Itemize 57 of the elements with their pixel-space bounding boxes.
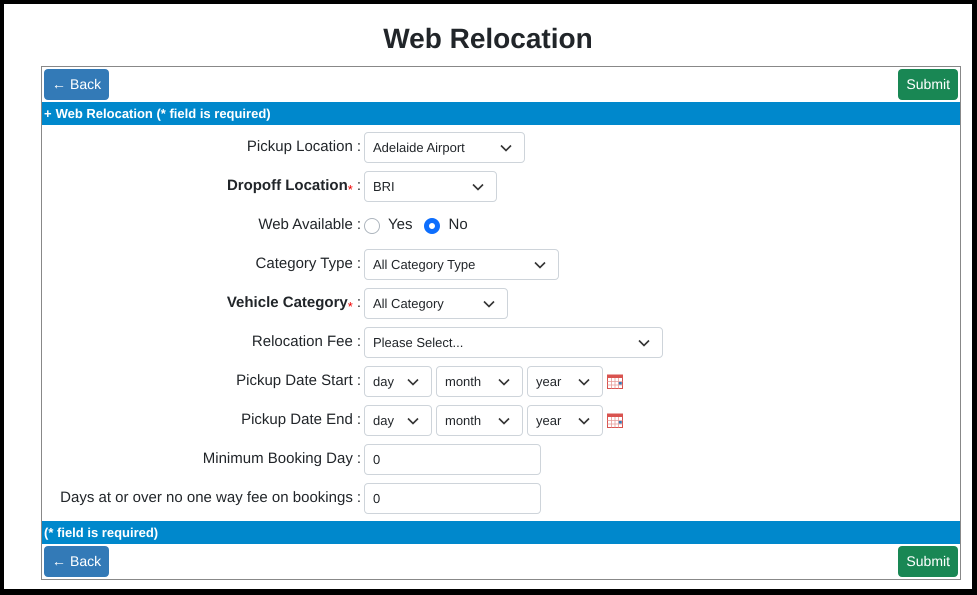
footer-bar: (* field is required)	[42, 521, 960, 544]
input-field[interactable]: 0	[364, 483, 541, 514]
input-field[interactable]: 0	[364, 444, 541, 475]
back-button[interactable]: ← Back	[44, 546, 110, 577]
chevron-down-icon	[578, 416, 590, 424]
chevron-down-icon	[407, 416, 419, 424]
field-label: Category Type	[256, 254, 353, 274]
select-field[interactable]: Please Select...	[364, 327, 663, 358]
select-field[interactable]: All Category	[364, 288, 508, 319]
field-label: Web Available	[258, 215, 353, 236]
back-button[interactable]: ← Back	[44, 69, 110, 100]
colon: :	[356, 215, 361, 236]
select-field[interactable]: month	[436, 366, 523, 397]
colon: :	[356, 137, 361, 158]
section-header-bar: + Web Relocation (* field is required)	[42, 102, 960, 125]
chevron-down-icon	[472, 182, 484, 190]
field-label: Minimum Booking Day	[202, 449, 353, 470]
field-label: Dropoff Location	[226, 176, 348, 196]
colon: :	[356, 449, 361, 470]
select-field[interactable]: BRI	[364, 171, 497, 202]
colon: :	[356, 293, 361, 314]
field-label: Relocation Fee	[252, 332, 353, 352]
radio-option[interactable]: No	[424, 214, 468, 237]
colon: :	[356, 332, 361, 352]
chevron-down-icon	[498, 416, 510, 424]
submit-button[interactable]: Submit	[898, 69, 958, 100]
chevron-down-icon	[500, 144, 512, 152]
colon: :	[356, 176, 361, 196]
chevron-down-icon	[534, 260, 546, 268]
select-field[interactable]: day	[364, 366, 432, 397]
select-field[interactable]: All Category Type	[364, 249, 559, 280]
select-field[interactable]: year	[527, 405, 603, 436]
select-field[interactable]: year	[527, 366, 603, 397]
select-field[interactable]: Adelaide Airport	[364, 132, 525, 163]
colon: :	[356, 488, 361, 508]
field-label: Pickup Date End	[241, 410, 353, 430]
radio-option[interactable]: Yes	[364, 214, 412, 237]
colon: :	[356, 410, 361, 430]
page-title: Web Relocation	[383, 22, 593, 56]
select-field[interactable]: month	[436, 405, 523, 436]
chevron-down-icon	[407, 378, 419, 386]
colon: :	[356, 371, 361, 392]
field-label: Pickup Location	[246, 137, 353, 158]
colon: :	[356, 254, 361, 274]
chevron-down-icon	[483, 300, 495, 308]
calendar-icon	[607, 413, 623, 428]
calendar-icon	[607, 374, 623, 389]
chevron-down-icon	[498, 378, 510, 386]
chevron-down-icon	[638, 338, 650, 346]
required-asterisk: *	[348, 298, 353, 316]
select-field[interactable]: day	[364, 405, 432, 436]
field-label: Pickup Date Start	[236, 371, 353, 392]
field-label: Days at or over no one way fee on bookings	[60, 488, 353, 508]
field-label: Vehicle Category	[226, 293, 348, 314]
chevron-down-icon	[578, 378, 590, 386]
submit-button[interactable]: Submit	[898, 546, 958, 577]
required-asterisk: *	[348, 180, 353, 199]
